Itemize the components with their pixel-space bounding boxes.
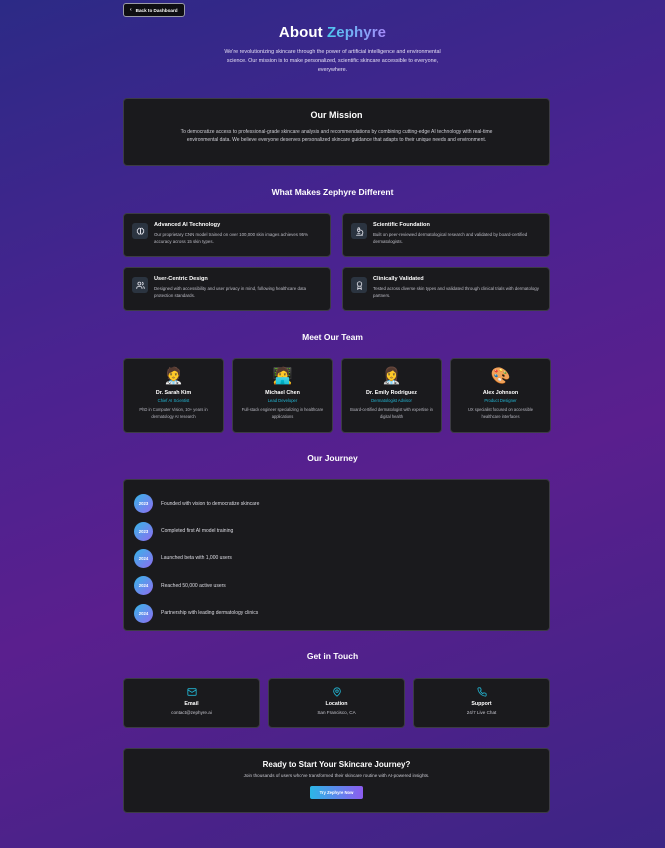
team-title: Meet Our Team bbox=[302, 332, 363, 342]
member-role: Chief AI Scientist bbox=[157, 398, 190, 403]
mail-icon bbox=[124, 687, 259, 697]
hero: About Zephyre We're revolutionizing skin… bbox=[0, 24, 665, 76]
mission-text: To democratize access to professional-gr… bbox=[180, 129, 493, 144]
feature-card: User-Centric Design Designed with access… bbox=[123, 267, 331, 311]
team-member-card: 👩‍⚕️ Dr. Emily Rodriguez Dermatologist A… bbox=[341, 358, 442, 433]
hero-description: We're revolutionizing skincare through t… bbox=[224, 49, 441, 74]
mission-title: Our Mission bbox=[310, 110, 363, 120]
contact-label: Email bbox=[184, 701, 199, 707]
award-icon bbox=[351, 277, 367, 293]
member-bio: PhD in Computer Vision, 10+ years in der… bbox=[139, 407, 208, 419]
team-member-card: 🧑‍💻 Michael Chen Lead Developer Full-sta… bbox=[232, 358, 333, 433]
member-role: Product Designer bbox=[484, 398, 517, 403]
avatar: 🧑‍💻 bbox=[272, 368, 293, 385]
back-button-label: Back to Dashboard bbox=[135, 7, 178, 13]
map-pin-icon bbox=[269, 687, 404, 697]
features-title: What Makes Zephyre Different bbox=[271, 187, 394, 197]
timeline-item: 2023 Founded with vision to democratize … bbox=[134, 490, 539, 517]
timeline-item: 2024 Partnership with leading dermatolog… bbox=[134, 600, 539, 627]
contact-value: San Francisco, CA bbox=[317, 710, 356, 715]
feature-card: Clinically Validated Tested across diver… bbox=[342, 267, 550, 311]
member-name: Alex Johnson bbox=[482, 390, 519, 396]
feature-title: Clinically Validated bbox=[373, 276, 424, 282]
journey-title: Our Journey bbox=[307, 453, 358, 463]
year-badge: 2024 bbox=[134, 576, 153, 596]
back-to-dashboard-button[interactable]: ‹ Back to Dashboard bbox=[123, 3, 185, 17]
page-title-brand: Zephyre bbox=[327, 24, 387, 41]
team-member-card: 🧑‍⚕️ Dr. Sarah Kim Chief AI Scientist Ph… bbox=[123, 358, 224, 433]
milestone-text: Launched beta with 1,000 users bbox=[161, 555, 232, 562]
page-title-prefix: About bbox=[278, 24, 328, 41]
milestone-text: Partnership with leading dermatology cli… bbox=[161, 610, 259, 617]
page-title: About Zephyre bbox=[0, 24, 665, 41]
member-bio: UX specialist focused on accessible heal… bbox=[467, 407, 534, 419]
year-badge: 2023 bbox=[134, 494, 153, 514]
milestone-text: Reached 50,000 active users bbox=[161, 582, 226, 589]
contact-value: contact@zephyre.ai bbox=[171, 710, 212, 715]
feature-title: Advanced AI Technology bbox=[154, 222, 221, 228]
try-zephyre-button[interactable]: Try Zephyre Now bbox=[309, 786, 364, 799]
cta-text: Join thousands of users who've transform… bbox=[243, 773, 430, 778]
member-name: Dr. Emily Rodriguez bbox=[366, 390, 417, 396]
member-role: Dermatologist Advisor bbox=[371, 398, 412, 403]
feature-card: Scientific Foundation Built on peer-revi… bbox=[342, 213, 550, 257]
mission-card: Our Mission To democratize access to pro… bbox=[123, 98, 550, 166]
microscope-icon bbox=[351, 223, 367, 239]
contact-label: Location bbox=[325, 701, 348, 707]
feature-text: Our proprietary CNN model trained on ove… bbox=[154, 232, 308, 245]
feature-text: Tested across diverse skin types and val… bbox=[373, 286, 539, 299]
milestone-text: Founded with vision to democratize skinc… bbox=[161, 500, 260, 507]
feature-title: User-Centric Design bbox=[154, 276, 208, 282]
journey-timeline: 2023 Founded with vision to democratize … bbox=[123, 479, 550, 631]
contact-card-email[interactable]: Email contact@zephyre.ai bbox=[123, 678, 260, 728]
timeline-item: 2024 Reached 50,000 active users bbox=[134, 572, 539, 599]
feature-text: Built on peer-reviewed dermatological re… bbox=[373, 232, 528, 245]
timeline-item: 2024 Launched beta with 1,000 users bbox=[134, 545, 539, 572]
phone-icon bbox=[414, 687, 549, 697]
member-bio: Full-stack engineer specializing in heal… bbox=[241, 407, 324, 419]
contact-label: Support bbox=[471, 701, 492, 707]
contact-card-support[interactable]: Support 24/7 Live Chat bbox=[413, 678, 550, 728]
avatar: 🧑‍⚕️ bbox=[163, 368, 184, 385]
brain-icon bbox=[132, 223, 148, 239]
year-badge: 2024 bbox=[134, 603, 153, 623]
member-name: Michael Chen bbox=[265, 390, 300, 396]
timeline-item: 2023 Completed first AI model training bbox=[134, 517, 539, 544]
chevron-left-icon: ‹ bbox=[130, 7, 132, 13]
cta-title: Ready to Start Your Skincare Journey? bbox=[262, 760, 411, 769]
avatar: 🎨 bbox=[490, 368, 511, 385]
contact-value: 24/7 Live Chat bbox=[466, 710, 497, 715]
year-badge: 2024 bbox=[134, 548, 153, 568]
feature-text: Designed with accessibility and user pri… bbox=[154, 286, 307, 299]
contact-card-location: Location San Francisco, CA bbox=[268, 678, 405, 728]
contact-title: Get in Touch bbox=[306, 651, 359, 661]
member-bio: Board-certified dermatologist with exper… bbox=[350, 407, 433, 419]
milestone-text: Completed first AI model training bbox=[161, 528, 234, 535]
feature-card: Advanced AI Technology Our proprietary C… bbox=[123, 213, 331, 257]
year-badge: 2023 bbox=[134, 521, 153, 541]
cta-card: Ready to Start Your Skincare Journey? Jo… bbox=[123, 748, 550, 813]
member-role: Lead Developer bbox=[267, 398, 298, 403]
team-member-card: 🎨 Alex Johnson Product Designer UX speci… bbox=[450, 358, 551, 433]
feature-title: Scientific Foundation bbox=[373, 222, 430, 228]
users-icon bbox=[132, 277, 148, 293]
avatar: 👩‍⚕️ bbox=[381, 368, 402, 385]
member-name: Dr. Sarah Kim bbox=[155, 390, 192, 396]
